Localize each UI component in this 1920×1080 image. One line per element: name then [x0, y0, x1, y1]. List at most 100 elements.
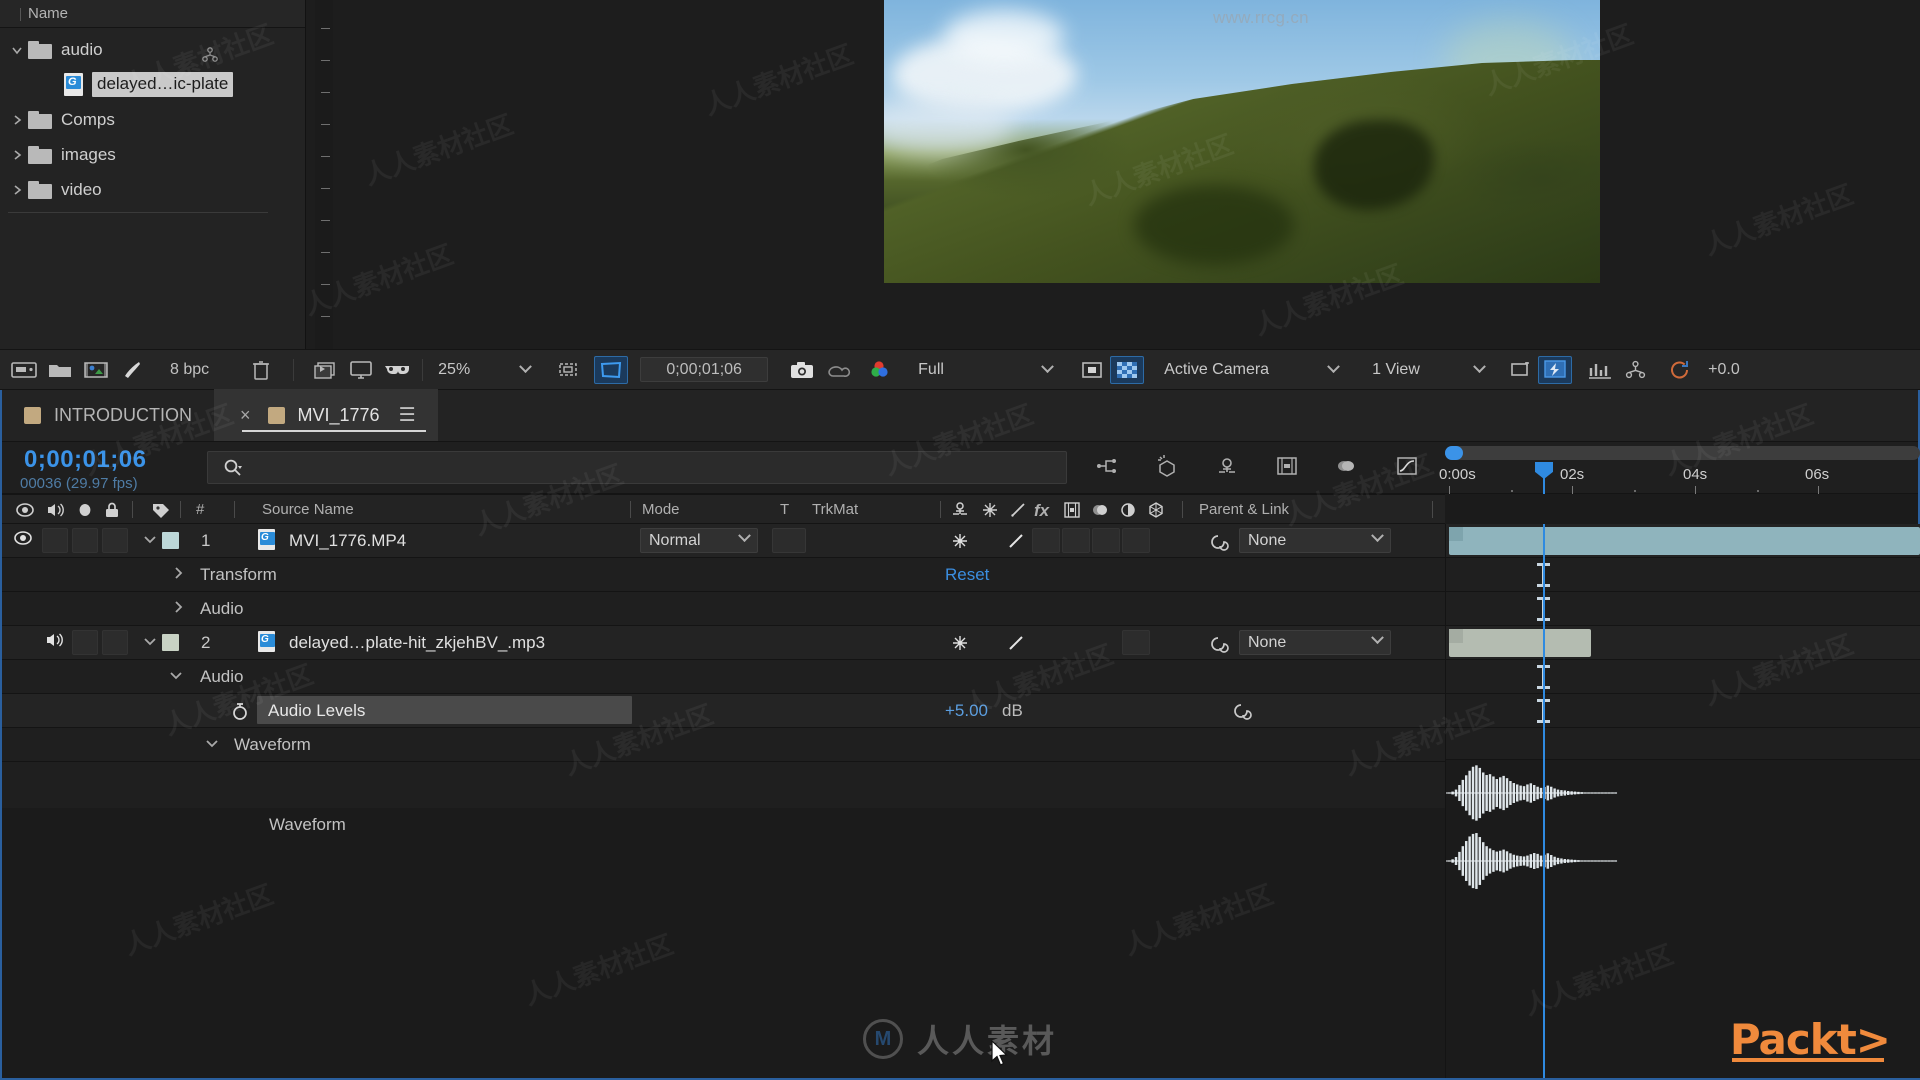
audio-switch-cell[interactable]	[42, 528, 68, 553]
pixel-aspect-icon[interactable]	[1502, 357, 1538, 383]
blend-mode-dropdown[interactable]: Normal	[640, 528, 758, 553]
parent-pickwhip-icon[interactable]	[1207, 635, 1229, 660]
project-item-comps[interactable]: Comps	[0, 102, 305, 137]
disclosure-triangle-down-icon[interactable]	[168, 667, 184, 688]
graph-editor-icon[interactable]	[1392, 451, 1422, 481]
motion-blur-switch-cell[interactable]	[1092, 528, 1120, 553]
region-of-interest-icon[interactable]	[550, 357, 586, 383]
motion-blur-icon[interactable]	[1332, 451, 1362, 481]
disclosure-triangle-right-icon[interactable]	[170, 565, 186, 586]
solo-switch-cell[interactable]	[72, 528, 98, 553]
layer-bar-row[interactable]	[1446, 626, 1920, 660]
time-navigator-scrollbar[interactable]	[1445, 446, 1920, 460]
collapse-transformations-icon[interactable]	[950, 633, 970, 658]
brush-icon[interactable]	[114, 357, 150, 383]
table-row[interactable]: Transform Reset	[2, 558, 1445, 592]
table-row[interactable]: Audio	[2, 592, 1445, 626]
property-track-row[interactable]	[1446, 592, 1920, 626]
bit-depth-label[interactable]: 8 bpc	[170, 361, 209, 379]
timeline-graph-area[interactable]	[1445, 524, 1920, 1078]
source-name-column-header[interactable]: Source Name	[262, 501, 354, 518]
3d-switch-cell[interactable]	[1122, 528, 1150, 553]
fast-preview-icon[interactable]	[1538, 355, 1573, 384]
project-item-video[interactable]: video	[0, 172, 305, 207]
frame-blending-icon[interactable]	[1272, 451, 1302, 481]
collapse-transformations-icon[interactable]	[980, 500, 1000, 525]
timeline-graph-icon[interactable]	[1582, 357, 1618, 383]
layer-bar-row[interactable]	[1446, 524, 1920, 558]
project-item-images[interactable]: images	[0, 137, 305, 172]
exposure-value[interactable]: +0.0	[1708, 361, 1740, 379]
search-input[interactable]	[207, 451, 1067, 484]
property-track-row[interactable]	[1446, 694, 1920, 728]
preserve-transparency-column-header[interactable]: T	[780, 501, 789, 518]
project-icon[interactable]	[6, 357, 42, 383]
composition-viewer[interactable]: www.rrcg.cn	[333, 0, 1920, 349]
effects-icon[interactable]: fx	[1034, 501, 1049, 521]
transparency-grid-icon[interactable]	[1110, 355, 1145, 384]
frame-blend-icon[interactable]	[1062, 500, 1082, 525]
mask-path-icon[interactable]	[1074, 357, 1110, 383]
expression-pickwhip-icon[interactable]	[1230, 702, 1252, 727]
quality-icon[interactable]	[1008, 500, 1028, 525]
3d-layer-icon[interactable]	[1146, 500, 1166, 525]
snapshot-icon[interactable]	[784, 357, 820, 383]
disclosure-triangle-down-icon[interactable]	[6, 44, 28, 56]
table-row[interactable]: Audio Levels +5.00 dB	[2, 694, 1445, 728]
quality-icon[interactable]	[1006, 633, 1026, 658]
video-switch-icon[interactable]	[11, 527, 38, 554]
layer-source-name[interactable]: MVI_1776.MP4	[289, 531, 406, 551]
view-layout-dropdown[interactable]: 1 View	[1364, 357, 1492, 382]
solo-switch-cell[interactable]	[72, 630, 98, 655]
quality-icon[interactable]	[1006, 531, 1026, 556]
tab-introduction[interactable]: INTRODUCTION	[2, 389, 214, 441]
comp-flowchart-icon[interactable]	[1618, 357, 1654, 383]
delete-icon[interactable]	[243, 357, 279, 383]
parent-link-column-header[interactable]: Parent & Link	[1199, 501, 1289, 518]
playhead-line[interactable]	[1543, 524, 1545, 1078]
reset-link[interactable]: Reset	[945, 565, 989, 585]
hide-shy-layers-icon[interactable]	[1212, 451, 1242, 481]
video-switch-icon[interactable]	[14, 500, 36, 525]
current-time-display[interactable]: 0;00;01;06	[24, 446, 146, 474]
reset-exposure-icon[interactable]	[1662, 357, 1698, 383]
viewer-timecode-field[interactable]: 0;00;01;06	[640, 357, 769, 382]
monitor-icon[interactable]	[343, 357, 379, 383]
camera-dropdown[interactable]: Active Camera	[1156, 357, 1346, 382]
audio-levels-value[interactable]: +5.00	[945, 701, 988, 721]
tab-mvi-1776[interactable]: × MVI_1776 ☰	[214, 389, 438, 441]
panel-menu-icon[interactable]: ☰	[399, 404, 416, 427]
draft-3d-icon[interactable]	[1152, 451, 1182, 481]
disclosure-triangle-down-icon[interactable]	[204, 735, 220, 756]
layer-source-name[interactable]: delayed…plate-hit_zkjehBV_.mp3	[289, 633, 545, 653]
property-track-row[interactable]	[1446, 660, 1920, 694]
label-color-swatch[interactable]	[162, 532, 179, 549]
resolution-dropdown[interactable]: Full	[910, 357, 1060, 382]
property-track-row[interactable]	[1446, 558, 1920, 592]
audio-switch-icon[interactable]	[44, 500, 66, 525]
property-track-row[interactable]	[1446, 728, 1920, 760]
audio-layer-bar[interactable]	[1449, 629, 1591, 657]
table-row[interactable]: 1 G MVI_1776.MP4 Normal None	[2, 524, 1445, 558]
table-row[interactable]: Waveform	[2, 728, 1445, 762]
parent-pickwhip-icon[interactable]	[1207, 533, 1229, 558]
disclosure-triangle-down-icon[interactable]	[142, 633, 158, 654]
title-safe-icon[interactable]	[594, 355, 629, 384]
lock-switch-icon[interactable]	[102, 500, 122, 525]
frame-blend-icon[interactable]	[307, 357, 343, 383]
lock-switch-cell[interactable]	[102, 528, 128, 553]
frame-blend-switch-cell[interactable]	[1062, 528, 1090, 553]
solo-switch-icon[interactable]	[75, 500, 95, 525]
disclosure-triangle-right-icon[interactable]	[6, 184, 28, 196]
label-color-icon[interactable]	[150, 500, 172, 525]
parent-dropdown[interactable]: None	[1239, 630, 1391, 655]
share-icon[interactable]	[201, 46, 219, 64]
timeline-ruler-area[interactable]: 0:00s 02s 04s 06s	[1439, 442, 1920, 494]
disclosure-triangle-down-icon[interactable]	[142, 531, 158, 552]
channel-icon[interactable]	[864, 357, 900, 383]
3d-glasses-icon[interactable]	[379, 357, 415, 383]
label-color-swatch[interactable]	[162, 634, 179, 651]
shy-icon[interactable]	[950, 500, 970, 525]
parent-dropdown[interactable]: None	[1239, 528, 1391, 553]
scrollbar-knob[interactable]	[1445, 446, 1463, 460]
